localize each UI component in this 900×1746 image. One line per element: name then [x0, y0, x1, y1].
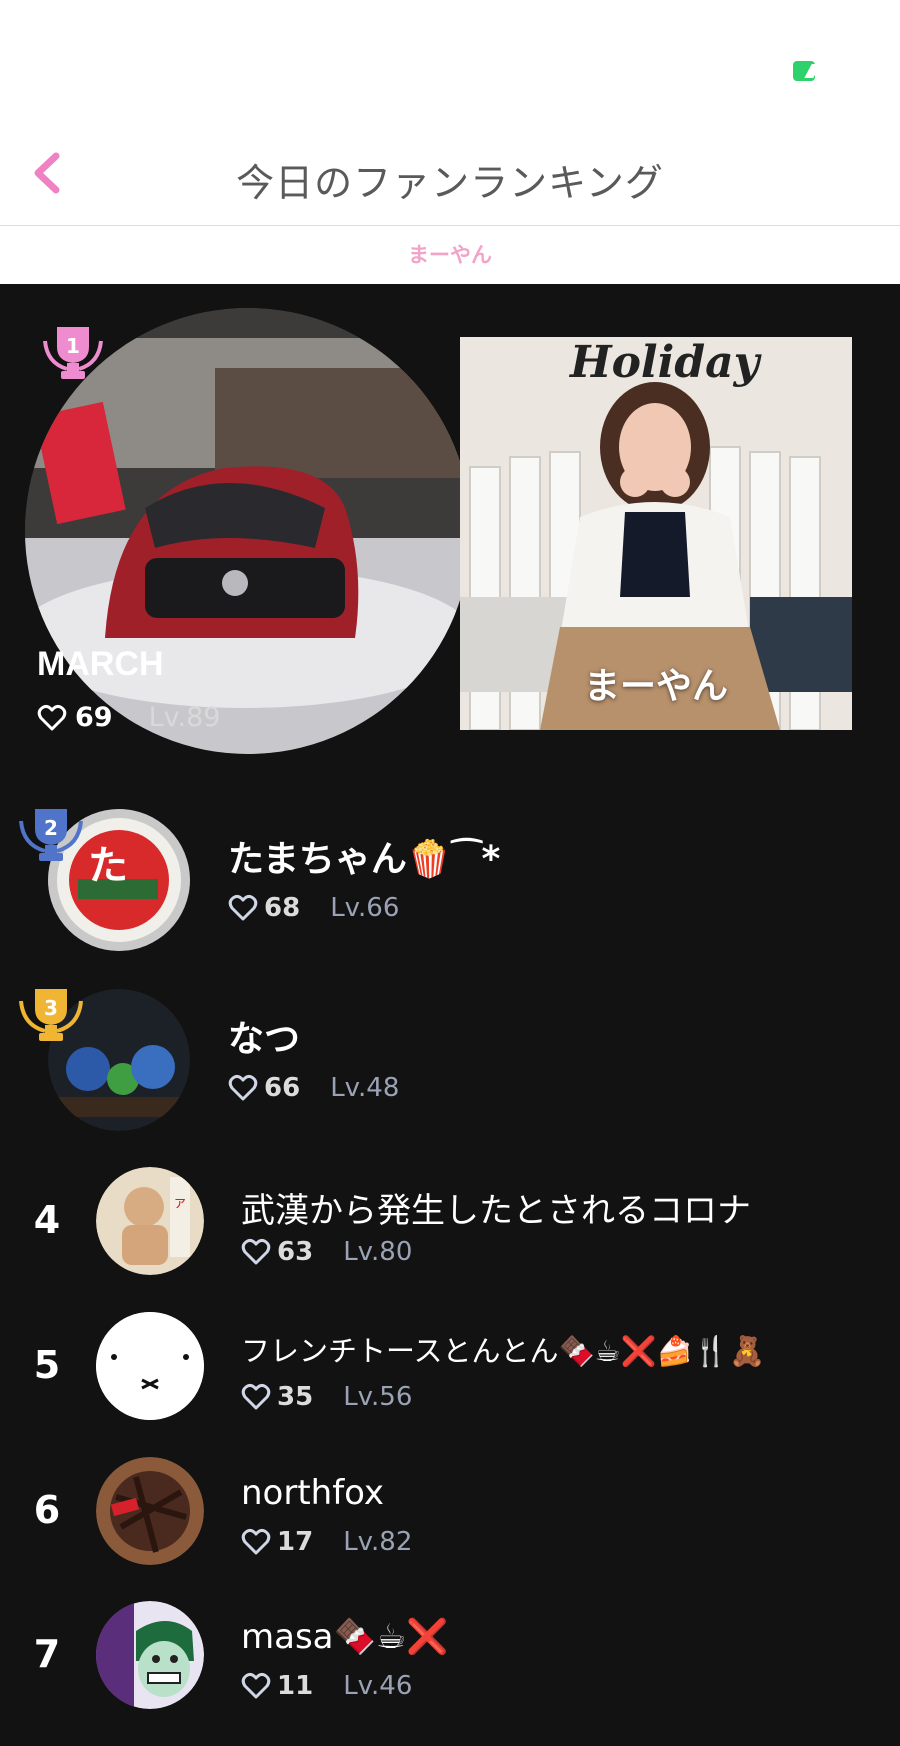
like-count: 66 — [264, 1073, 301, 1103]
user-stats: 35 Lv.56 — [241, 1382, 412, 1412]
svg-text:1: 1 — [66, 334, 80, 358]
user-stats: 17 Lv.82 — [241, 1527, 412, 1557]
like-count: 63 — [277, 1237, 314, 1267]
level: Lv.48 — [330, 1073, 400, 1103]
trophy-rank-3-icon: 3 — [15, 985, 87, 1047]
heart-icon — [241, 1528, 271, 1556]
avatar: ァ — [96, 1167, 204, 1275]
user-name: masa🍫☕❌ — [241, 1617, 449, 1657]
user-name: northfox — [241, 1473, 385, 1513]
level: Lv.80 — [343, 1237, 413, 1267]
like-count: 68 — [264, 893, 301, 923]
first-place-name: MARCH — [37, 645, 164, 683]
svg-text:3: 3 — [44, 996, 58, 1020]
user-stats: 68 Lv.66 — [228, 893, 399, 923]
rank-number: 4 — [33, 1198, 61, 1242]
photo-caption: Holiday — [570, 337, 760, 388]
streamer-photo: Holiday まーやん — [460, 337, 852, 730]
level: Lv.66 — [330, 893, 400, 923]
user-name: 武漢から発生したとされるコロナ — [241, 1191, 751, 1231]
nav-bar: 今日のファンランキング — [0, 130, 900, 226]
user-stats: 66 Lv.48 — [228, 1073, 399, 1103]
heart-icon — [228, 894, 258, 922]
list-item-rank-3[interactable]: 3 なつ 66 Lv.48 — [0, 985, 900, 1135]
level: Lv.82 — [343, 1527, 413, 1557]
list-item-rank-5[interactable]: 5 フレンチトースとんとん🍫☕❌🍰🍴🧸 35 Lv.56 — [0, 1310, 900, 1420]
like-count: 35 — [277, 1382, 314, 1412]
heart-icon — [241, 1238, 271, 1266]
user-name: たまちゃん🍿⁀* — [228, 839, 501, 880]
user-name: フレンチトースとんとん🍫☕❌🍰🍴🧸 — [241, 1334, 766, 1368]
rank-number: 5 — [33, 1343, 61, 1387]
heart-icon — [241, 1383, 271, 1411]
rank-number: 6 — [33, 1488, 61, 1532]
list-item-rank-6[interactable]: 6 northfox 17 Lv.82 — [0, 1455, 900, 1565]
level: Lv.56 — [343, 1382, 413, 1412]
trophy-rank-2-icon: 2 — [15, 805, 87, 867]
like-count: 69 — [75, 702, 113, 733]
heart-icon — [228, 1074, 258, 1102]
page-title: 今日のファンランキング — [236, 161, 664, 205]
like-count: 17 — [277, 1527, 314, 1557]
streamer-name: まーやん — [583, 666, 728, 707]
user-stats: 11 Lv.46 — [241, 1671, 412, 1701]
status-bar — [0, 0, 900, 130]
avatar — [96, 1312, 204, 1420]
avatar — [96, 1457, 204, 1565]
rank-number: 7 — [33, 1632, 61, 1676]
svg-text:ァ: ァ — [173, 1195, 187, 1211]
tab-streamer[interactable]: まーやん — [0, 226, 900, 284]
level: Lv.89 — [148, 702, 221, 733]
trophy-rank-1-icon: 1 — [37, 323, 109, 385]
first-place-stats: 69 Lv.89 — [37, 702, 220, 733]
battery-icon — [793, 61, 815, 81]
user-name: なつ — [228, 1019, 301, 1060]
list-item-rank-4[interactable]: 4 ァ 武漢から発生したとされるコロナ 63 Lv.80 — [0, 1165, 900, 1275]
level: Lv.46 — [343, 1671, 413, 1701]
avatar — [96, 1601, 204, 1709]
heart-icon — [241, 1672, 271, 1700]
like-count: 11 — [277, 1671, 314, 1701]
list-item-rank-2[interactable]: た 2 たまちゃん🍿⁀* 68 Lv.66 — [0, 805, 900, 955]
svg-text:2: 2 — [44, 816, 58, 840]
svg-text:た: た — [88, 843, 128, 889]
heart-icon — [37, 704, 67, 732]
list-item-rank-7[interactable]: 7 masa🍫☕❌ 11 Lv.46 — [0, 1599, 900, 1709]
user-stats: 63 Lv.80 — [241, 1237, 412, 1267]
